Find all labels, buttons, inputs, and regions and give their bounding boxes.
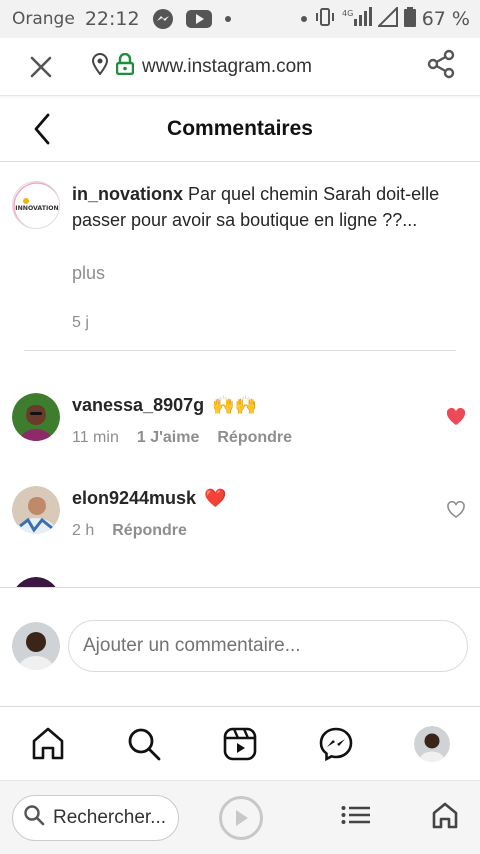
browser-search-label: Rechercher... [53, 806, 166, 828]
comment-username[interactable]: vanessa_8907g [72, 395, 204, 416]
avatar[interactable] [12, 577, 60, 587]
caption-age: 5 j [72, 314, 89, 331]
bottom-navigation [0, 708, 480, 780]
search-icon [23, 804, 45, 832]
heart-filled-icon[interactable] [444, 405, 468, 429]
battery-icon [403, 6, 416, 32]
caption-username[interactable]: in_novationx [72, 184, 183, 204]
location-pin-icon [91, 52, 109, 81]
vibrate-icon [314, 7, 336, 32]
caption-text: in_novationx Par quel chemin Sarah doit-… [72, 181, 468, 233]
comment-text: 🙌🙌 [212, 395, 257, 415]
battery-level: 67 % [421, 8, 470, 30]
avatar[interactable] [12, 393, 60, 441]
svg-text:4G: 4G [342, 9, 353, 18]
close-icon[interactable] [20, 46, 62, 88]
caption-more-link[interactable]: plus [72, 263, 105, 284]
reply-button[interactable]: Répondre [112, 522, 187, 540]
browser-search-button[interactable]: Rechercher... [12, 794, 179, 841]
avatar[interactable]: INNOVATION [12, 181, 60, 229]
url-display[interactable]: www.instagram.com [91, 52, 312, 81]
messenger-icon[interactable] [312, 720, 360, 768]
lock-icon [115, 52, 135, 81]
signal-4g-icon: 4G [342, 6, 372, 32]
url-text: www.instagram.com [142, 55, 312, 77]
home-icon[interactable] [431, 801, 459, 834]
youtube-notification-icon [185, 9, 212, 29]
home-icon[interactable] [24, 720, 72, 768]
profile-avatar[interactable] [408, 720, 456, 768]
heart-outline-icon[interactable] [444, 498, 468, 522]
comment-input[interactable] [68, 620, 468, 672]
browser-url-bar: www.instagram.com [0, 38, 480, 96]
comment-text: ❤️ [204, 488, 227, 508]
signal-icon [376, 5, 398, 32]
divider [24, 350, 456, 351]
list-icon[interactable] [341, 805, 371, 830]
comments-list[interactable]: INNOVATION in_novationx Par quel chemin … [0, 163, 480, 587]
page-title: Commentaires [167, 116, 313, 140]
avatar-logo-text: INNOVATION [15, 205, 58, 212]
avatar[interactable] [12, 486, 60, 534]
back-arrow-icon[interactable] [24, 110, 60, 148]
comment-composer [0, 587, 480, 707]
comment-age: 11 min [72, 429, 119, 446]
carrier-name: Orange [12, 9, 75, 29]
avatar [12, 622, 60, 670]
browser-toolbar: Rechercher... [0, 780, 480, 854]
reels-icon[interactable] [216, 720, 264, 768]
comments-header: Commentaires [0, 96, 480, 162]
status-bar: Orange 22:12 4G 67 % [0, 0, 480, 38]
messenger-notification-icon [152, 8, 174, 30]
comment-item: elon9244musk ❤️ 2 h Répondre [12, 486, 468, 556]
comment-item-partial [12, 577, 468, 587]
comment-username[interactable]: elon9244musk [72, 488, 196, 509]
reply-button[interactable]: Répondre [217, 429, 292, 447]
avatar [414, 726, 450, 762]
comment-likes[interactable]: 1 J'aime [137, 429, 200, 447]
play-icon[interactable] [219, 795, 263, 840]
comment-age: 2 h [72, 522, 95, 539]
dot-icon [224, 15, 232, 23]
dot-icon [300, 10, 308, 28]
comment-item: vanessa_8907g 🙌🙌 11 min 1 J'aime Répondr… [12, 393, 468, 463]
search-icon[interactable] [120, 720, 168, 768]
share-icon[interactable] [426, 49, 456, 84]
clock: 22:12 [84, 8, 140, 30]
